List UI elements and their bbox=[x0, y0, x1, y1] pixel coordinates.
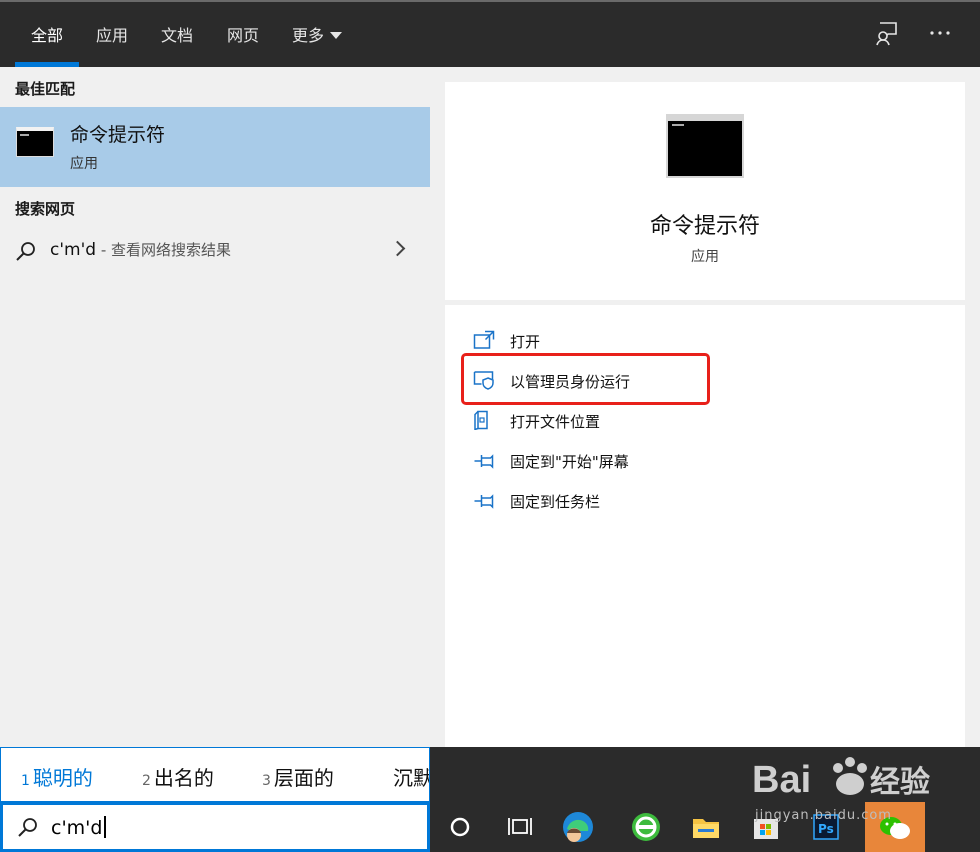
ime-candidate-number: 1 bbox=[21, 773, 30, 789]
ime-candidate-text: 聪明的 bbox=[32, 766, 93, 790]
app-preview-panel: 命令提示符 应用 bbox=[445, 82, 965, 300]
action-pin-to-start-label: 固定到"开始"屏幕 bbox=[510, 453, 629, 471]
search-filter-bar: 全部 应用 文档 网页 更多 bbox=[0, 0, 980, 67]
web-query: c'm'd bbox=[50, 240, 97, 260]
ime-candidate-text: 沉默 bbox=[393, 766, 430, 790]
web-search-result[interactable]: c'm'd - 查看网络搜索结果 bbox=[0, 231, 430, 271]
results-pane: 最佳匹配 命令提示符 应用 搜索网页 c'm'd - 查看网络搜索结果 bbox=[0, 67, 430, 747]
ime-candidate-text: 层面的 bbox=[273, 766, 334, 790]
edge-browser-icon[interactable] bbox=[558, 807, 598, 847]
preview-app-type: 应用 bbox=[691, 249, 719, 265]
action-pin-to-start[interactable]: 固定到"开始"屏幕 bbox=[445, 442, 965, 478]
action-pin-to-taskbar-label: 固定到任务栏 bbox=[510, 493, 601, 511]
file-explorer-icon[interactable] bbox=[686, 807, 726, 847]
action-open-label: 打开 bbox=[510, 333, 541, 351]
best-match-item[interactable]: 命令提示符 应用 bbox=[0, 107, 430, 187]
360-browser-icon[interactable] bbox=[626, 807, 666, 847]
search-input-value: c'm'd bbox=[51, 816, 106, 839]
svg-text:Ps: Ps bbox=[818, 822, 834, 836]
ime-candidate-number: 3 bbox=[262, 773, 271, 789]
baidu-jingyan-watermark-logo: Bai 经验 bbox=[752, 757, 930, 801]
chevron-right-icon bbox=[389, 240, 406, 257]
file-location-icon bbox=[474, 410, 488, 430]
pin-icon bbox=[474, 454, 494, 469]
pin-icon bbox=[474, 494, 494, 509]
action-open-file-location[interactable]: 打开文件位置 bbox=[445, 402, 965, 438]
ime-candidate-2[interactable]: 2 出名的 bbox=[142, 762, 214, 791]
action-open-file-location-label: 打开文件位置 bbox=[510, 413, 601, 431]
watermark-brand-text-2: 经验 bbox=[870, 765, 930, 800]
tab-more-label: 更多 bbox=[292, 26, 325, 45]
search-icon bbox=[18, 818, 37, 837]
command-prompt-large-icon bbox=[666, 114, 744, 178]
web-result-text: c'm'd - 查看网络搜索结果 bbox=[50, 239, 231, 260]
watermark-brand-text: Bai bbox=[752, 759, 811, 801]
tab-all[interactable]: 全部 bbox=[31, 22, 63, 46]
watermark-url: jingyan.baidu.com bbox=[755, 808, 892, 823]
more-options-icon[interactable] bbox=[928, 20, 954, 46]
top-border bbox=[0, 0, 980, 2]
web-search-heading: 搜索网页 bbox=[15, 200, 76, 218]
web-result-subtitle: - 查看网络搜索结果 bbox=[96, 241, 231, 259]
annotation-highlight-box bbox=[461, 353, 710, 405]
preview-app-name: 命令提示符 bbox=[649, 214, 760, 239]
best-match-name: 命令提示符 bbox=[70, 124, 166, 146]
task-view-icon[interactable] bbox=[500, 807, 540, 847]
tab-web[interactable]: 网页 bbox=[227, 22, 259, 46]
open-window-icon bbox=[473, 330, 495, 349]
search-icon bbox=[16, 242, 35, 261]
ime-candidate-4[interactable]: 沉默 bbox=[393, 762, 430, 791]
chevron-down-icon bbox=[330, 32, 343, 39]
tab-more[interactable]: 更多 bbox=[292, 22, 343, 46]
cortana-icon[interactable] bbox=[440, 807, 480, 847]
ime-candidate-number: 2 bbox=[142, 773, 151, 789]
feedback-icon[interactable] bbox=[874, 20, 900, 46]
ime-candidate-3[interactable]: 3 层面的 bbox=[262, 762, 334, 791]
best-match-heading: 最佳匹配 bbox=[15, 80, 76, 98]
action-pin-to-taskbar[interactable]: 固定到任务栏 bbox=[445, 482, 965, 518]
tab-documents[interactable]: 文档 bbox=[161, 22, 193, 46]
best-match-type: 应用 bbox=[70, 156, 98, 172]
ime-candidate-1[interactable]: 1 聪明的 bbox=[21, 762, 93, 791]
tab-apps[interactable]: 应用 bbox=[96, 22, 128, 46]
search-input[interactable]: c'm'd bbox=[0, 802, 430, 852]
ime-candidate-bar: 1 聪明的 2 出名的 3 层面的 沉默 bbox=[0, 747, 430, 802]
ime-candidate-text: 出名的 bbox=[153, 766, 214, 790]
command-prompt-icon bbox=[16, 127, 54, 157]
